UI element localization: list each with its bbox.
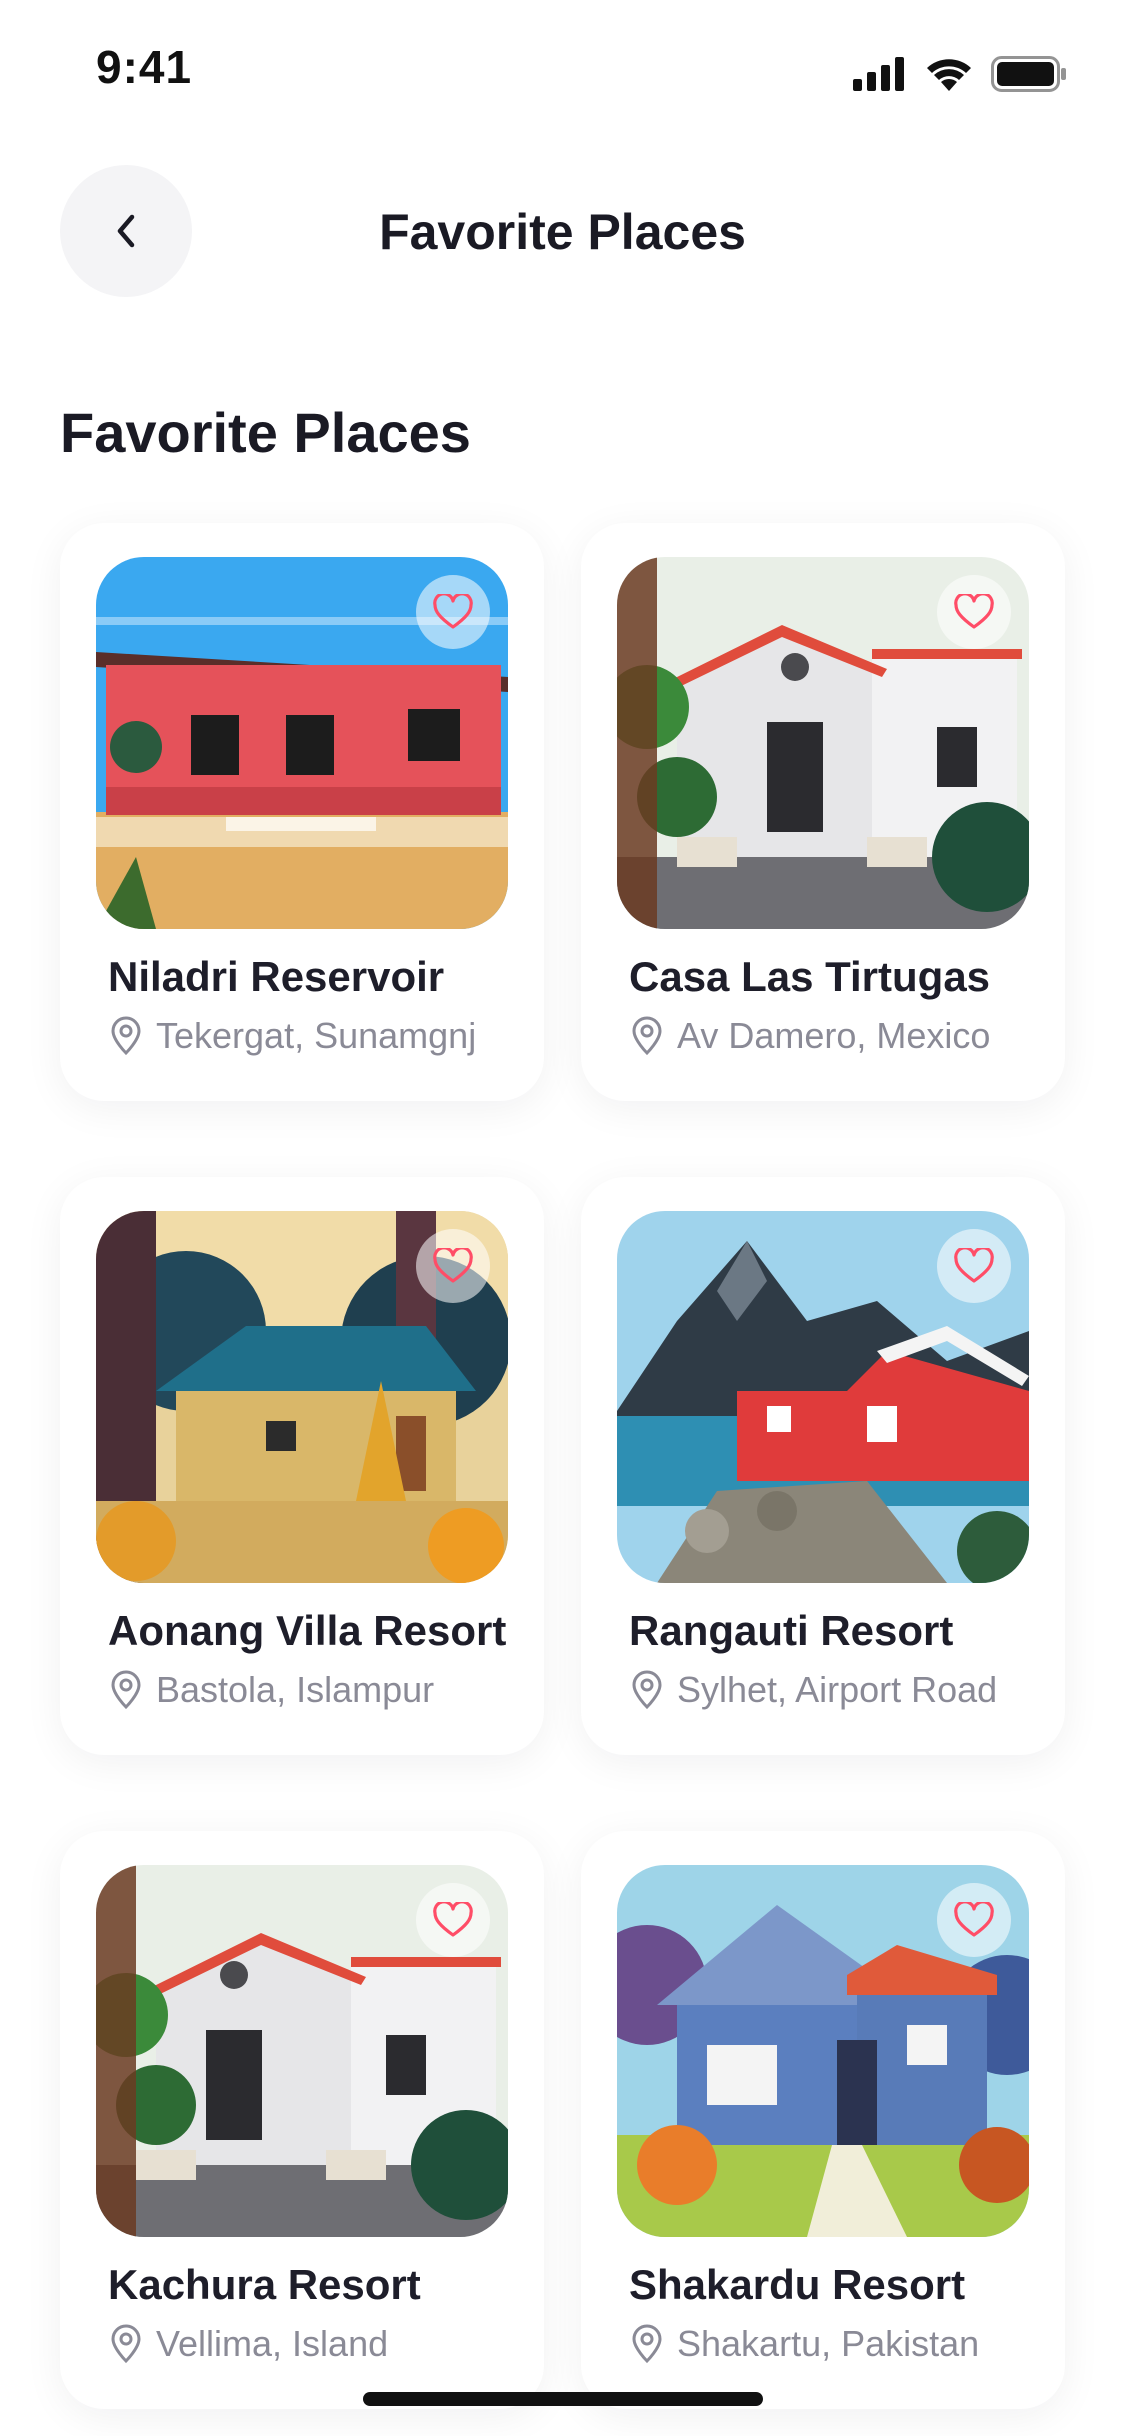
place-location: Shakartu, Pakistan [629, 2323, 979, 2365]
favorite-button[interactable] [937, 575, 1011, 649]
heart-icon [433, 1902, 473, 1937]
favorite-button[interactable] [937, 1229, 1011, 1303]
place-name: Aonang Villa Resort [108, 1607, 507, 1654]
heart-icon [954, 1248, 994, 1283]
place-location: Tekergat, Sunamgnj [108, 1015, 476, 1057]
page-title: Favorite Places [379, 204, 746, 260]
heart-icon [954, 1902, 994, 1937]
place-location-text: Sylhet, Airport Road [677, 1669, 998, 1710]
place-name: Kachura Resort [108, 2261, 421, 2308]
location-pin-icon [111, 1670, 141, 1710]
status-time: 9:41 [96, 41, 193, 93]
place-location-text: Shakartu, Pakistan [677, 2323, 980, 2364]
home-indicator[interactable] [363, 2392, 763, 2406]
place-card[interactable]: Niladri Reservoir Tekergat, Sunamgnj [60, 523, 544, 1101]
place-location-text: Av Damero, Mexico [677, 1015, 991, 1056]
location-pin-icon [111, 1016, 141, 1056]
place-location: Sylhet, Airport Road [629, 1669, 997, 1711]
place-name: Shakardu Resort [629, 2261, 966, 2308]
status-bar: 9:41 [0, 0, 1125, 140]
place-card[interactable]: Rangauti Resort Sylhet, Airport Road [581, 1177, 1065, 1755]
place-location: Bastola, Islampur [108, 1669, 434, 1711]
heart-icon [433, 594, 473, 629]
location-pin-icon [632, 1670, 662, 1710]
place-image [617, 557, 1029, 929]
favorite-button[interactable] [416, 1229, 490, 1303]
favorite-button[interactable] [416, 575, 490, 649]
place-name: Casa Las Tirtugas [629, 953, 991, 1000]
status-icons [853, 56, 1067, 92]
favorite-button[interactable] [416, 1883, 490, 1957]
place-name: Rangauti Resort [629, 1607, 954, 1654]
heart-icon [954, 594, 994, 629]
place-image [617, 1211, 1029, 1583]
location-pin-icon [111, 2324, 141, 2364]
location-pin-icon [632, 2324, 662, 2364]
navigation-bar: Favorite Places [0, 165, 1125, 300]
wifi-icon [927, 59, 971, 91]
place-card[interactable]: Casa Las Tirtugas Av Damero, Mexico [581, 523, 1065, 1101]
place-image [617, 1865, 1029, 2237]
place-card[interactable]: Kachura Resort Vellima, Island [60, 1831, 544, 2409]
place-image [96, 1865, 508, 2237]
place-image [96, 557, 508, 929]
place-location: Av Damero, Mexico [629, 1015, 990, 1057]
place-name: Niladri Reservoir [108, 953, 445, 1000]
location-pin-icon [632, 1016, 662, 1056]
place-location-text: Vellima, Island [156, 2323, 389, 2364]
place-location-text: Tekergat, Sunamgnj [156, 1015, 477, 1056]
place-card[interactable]: Aonang Villa Resort Bastola, Islampur [60, 1177, 544, 1755]
cellular-signal-icon [853, 57, 904, 91]
favorite-button[interactable] [937, 1883, 1011, 1957]
heart-icon [433, 1248, 473, 1283]
place-location: Vellima, Island [108, 2323, 388, 2365]
battery-icon [991, 56, 1066, 92]
section-title: Favorite Places [60, 401, 471, 464]
place-card[interactable]: Shakardu Resort Shakartu, Pakistan [581, 1831, 1065, 2409]
place-location-text: Bastola, Islampur [156, 1669, 435, 1710]
place-image [96, 1211, 508, 1583]
